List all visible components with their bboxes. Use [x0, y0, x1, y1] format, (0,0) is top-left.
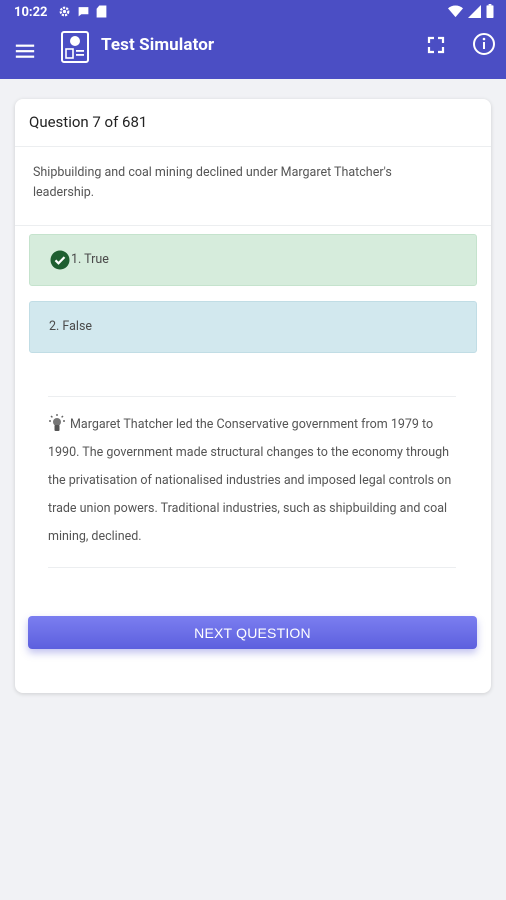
signal-icon [468, 4, 481, 18]
divider [48, 567, 456, 568]
question-counter: Question 7 of 681 [29, 113, 148, 131]
sd-card-icon [96, 5, 107, 18]
question-text: Shipbuilding and coal mining declined un… [33, 165, 392, 200]
menu-icon[interactable] [14, 40, 36, 62]
question-header: Question 7 of 681 [15, 99, 491, 147]
lightbulb-icon [49, 414, 65, 431]
id-card-logo-icon [61, 31, 89, 63]
next-question-button[interactable]: NEXT QUESTION [28, 616, 477, 649]
check-circle-icon [50, 250, 70, 270]
settings-icon [59, 6, 70, 17]
fullscreen-icon[interactable] [426, 35, 446, 55]
explanation-text: Margaret Thatcher led the Conservative g… [48, 417, 452, 544]
battery-icon [486, 4, 494, 18]
divider [48, 396, 456, 397]
status-time: 10:22 [14, 5, 48, 20]
wifi-icon [448, 5, 463, 17]
explanation: Margaret Thatcher led the Conservative g… [48, 411, 460, 551]
answer-option-false[interactable]: 2. False [29, 301, 477, 353]
question-card: Question 7 of 681 Shipbuilding and coal … [15, 99, 491, 693]
chat-icon [78, 7, 89, 17]
status-bar: 10:22 [0, 0, 506, 26]
app-bar: Test Simulator [0, 26, 506, 79]
option-label: 1. True [71, 252, 109, 267]
answer-option-true[interactable]: 1. True [29, 234, 477, 286]
option-label: 2. False [49, 319, 93, 334]
app-title: Test Simulator [101, 35, 215, 55]
info-icon[interactable] [472, 32, 496, 56]
divider [15, 225, 491, 226]
